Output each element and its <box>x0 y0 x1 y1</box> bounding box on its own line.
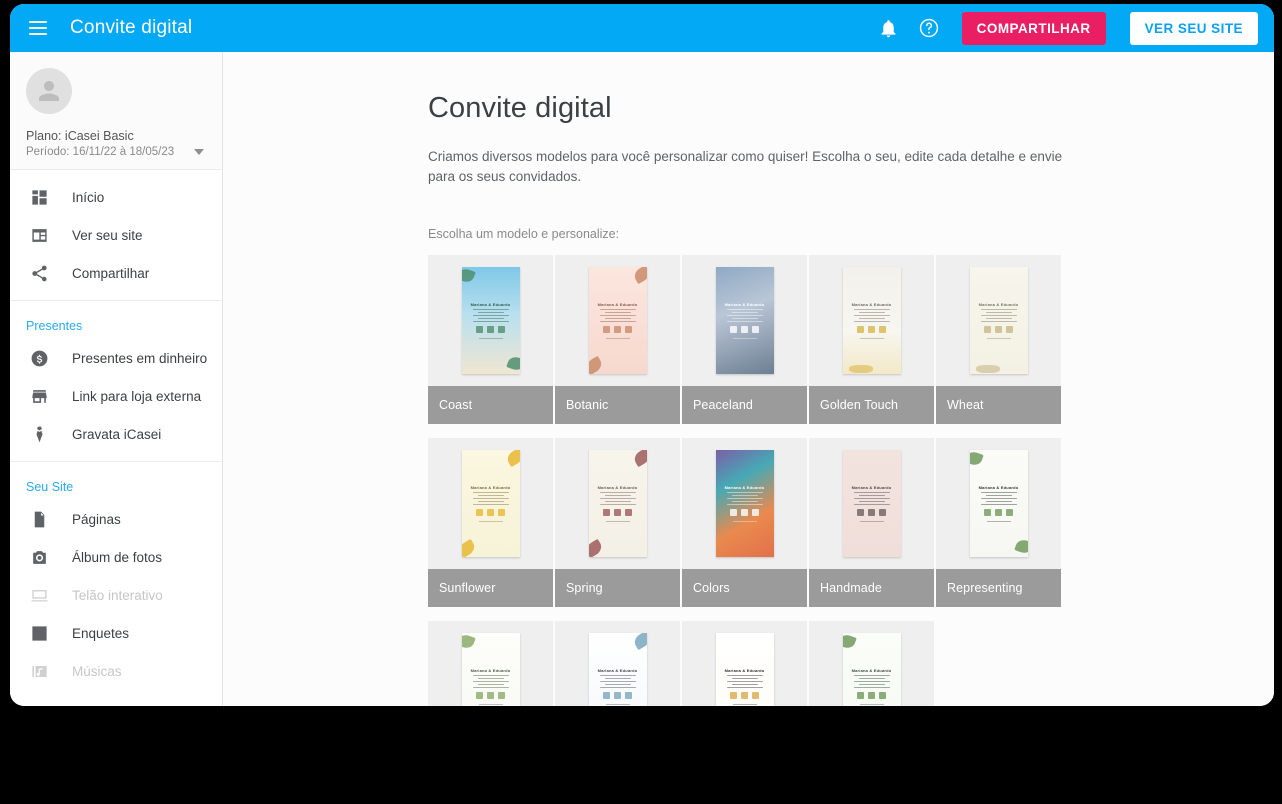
choose-template-label: Escolha um modelo e personalize: <box>428 227 620 241</box>
app-window: Convite digital COMPARTILHAR VER SEU SIT… <box>10 4 1274 706</box>
help-circle-icon[interactable] <box>916 15 942 41</box>
plan-period: Período: 16/11/22 à 18/05/23 <box>26 146 175 158</box>
template-card[interactable]: Mariana & Eduardo Wheat <box>936 255 1061 424</box>
topbar-actions: COMPARTILHAR VER SEU SITE <box>876 11 1258 45</box>
template-card[interactable]: Mariana & Eduardo <box>555 621 680 706</box>
template-thumbnail: Mariana & Eduardo <box>428 621 553 706</box>
avatar <box>26 68 72 114</box>
template-thumbnail: Mariana & Eduardo <box>936 255 1061 386</box>
document-icon <box>28 508 50 530</box>
window-icon <box>28 224 50 246</box>
template-card[interactable]: Mariana & Eduardo Colors <box>682 438 807 607</box>
template-card[interactable]: Mariana & Eduardo Peaceland <box>682 255 807 424</box>
template-thumbnail: Mariana & Eduardo <box>428 438 553 569</box>
template-thumbnail: Mariana & Eduardo <box>809 255 934 386</box>
share-icon <box>28 262 50 284</box>
template-thumbnail: Mariana & Eduardo <box>555 255 680 386</box>
bar-chart-icon <box>28 622 50 644</box>
sidebar-item-paginas[interactable]: Páginas <box>10 500 222 538</box>
sidebar-item-label: Gravata iCasei <box>72 426 162 442</box>
sidebar-item-label: Link para loja externa <box>72 388 202 404</box>
template-grid: Mariana & Eduardo Coast Mariana & Eduardo B… <box>428 255 1064 706</box>
screen-icon <box>28 584 50 606</box>
template-thumbnail: Mariana & Eduardo <box>682 255 807 386</box>
template-name-label: Spring <box>555 569 680 607</box>
sidebar-item-link-loja-externa[interactable]: Link para loja externa <box>10 377 222 415</box>
template-name-label: Botanic <box>555 386 680 424</box>
template-thumbnail: Mariana & Eduardo <box>682 438 807 569</box>
sidebar-item-presentes-em-dinheiro[interactable]: Presentes em dinheiro <box>10 339 222 377</box>
sidebar-item-telao-interativo[interactable]: Telão interativo <box>10 576 222 614</box>
chevron-down-icon[interactable] <box>194 149 204 155</box>
sidebar-item-enquetes[interactable]: Enquetes <box>10 614 222 652</box>
main-content: Convite digital Criamos diversos modelos… <box>223 52 1274 706</box>
template-thumbnail: Mariana & Eduardo <box>936 438 1061 569</box>
template-thumbnail: Mariana & Eduardo <box>555 621 680 706</box>
music-note-icon <box>28 660 50 682</box>
template-name-label: Handmade <box>809 569 934 607</box>
sidebar-item-label: Álbum de fotos <box>72 549 163 565</box>
template-card[interactable]: Mariana & Eduardo Handmade <box>809 438 934 607</box>
sidebar-item-compartilhar[interactable]: Compartilhar <box>10 254 222 292</box>
sidebar-item-label: Páginas <box>72 511 121 527</box>
template-card[interactable]: Mariana & Eduardo Golden Touch <box>809 255 934 424</box>
template-thumbnail: Mariana & Eduardo <box>809 438 934 569</box>
sidebar-item-label: Presentes em dinheiro <box>72 350 208 366</box>
template-card[interactable]: Mariana & Eduardo Spring <box>555 438 680 607</box>
sidebar-item-label: Telão interativo <box>72 587 163 603</box>
template-thumbnail: Mariana & Eduardo <box>428 255 553 386</box>
nav-group-main: Início Ver seu site Compartilhar <box>10 170 222 300</box>
plan-name: Plano: iCasei Basic <box>26 129 134 143</box>
sidebar-item-label: Ver seu site <box>72 227 143 243</box>
page-title: Convite digital <box>428 92 612 124</box>
template-name-label: Coast <box>428 386 553 424</box>
template-name-label: Representing <box>936 569 1061 607</box>
profile-section: Plano: iCasei Basic Período: 16/11/22 à … <box>10 52 222 170</box>
sidebar-item-gravata-icasei[interactable]: Gravata iCasei <box>10 415 222 453</box>
share-button[interactable]: COMPARTILHAR <box>961 11 1106 45</box>
sidebar-item-label: Enquetes <box>72 625 130 641</box>
sidebar-item-label: Compartilhar <box>72 265 150 281</box>
sidebar-item-label: Músicas <box>72 663 122 679</box>
nav-group-seu-site: Seu Site Páginas Álbum de fotos Telão in… <box>10 462 222 698</box>
template-name-label: Wheat <box>936 386 1061 424</box>
template-name-label: Peaceland <box>682 386 807 424</box>
necktie-icon <box>28 423 50 445</box>
sidebar-item-inicio[interactable]: Início <box>10 178 222 216</box>
template-card[interactable]: Mariana & Eduardo Sunflower <box>428 438 553 607</box>
sidebar-item-album-de-fotos[interactable]: Álbum de fotos <box>10 538 222 576</box>
money-dollar-icon <box>28 347 50 369</box>
bell-icon[interactable] <box>876 15 902 41</box>
hamburger-menu-icon[interactable] <box>24 14 52 42</box>
top-app-bar: Convite digital COMPARTILHAR VER SEU SIT… <box>10 4 1274 52</box>
app-title: Convite digital <box>70 17 193 38</box>
template-card[interactable]: Mariana & Eduardo <box>682 621 807 706</box>
template-name-label: Golden Touch <box>809 386 934 424</box>
template-thumbnail: Mariana & Eduardo <box>555 438 680 569</box>
sidebar-item-label: Início <box>72 189 105 205</box>
template-card[interactable]: Mariana & Eduardo <box>809 621 934 706</box>
nav-group-title: Seu Site <box>26 480 74 494</box>
template-card[interactable]: Mariana & Eduardo Botanic <box>555 255 680 424</box>
dashboard-icon <box>28 186 50 208</box>
page-description: Criamos diversos modelos para você perso… <box>428 149 1063 184</box>
nav-group-title: Presentes <box>26 319 83 333</box>
template-card[interactable]: Mariana & Eduardo <box>428 621 553 706</box>
template-thumbnail: Mariana & Eduardo <box>682 621 807 706</box>
sidebar-item-ver-seu-site[interactable]: Ver seu site <box>10 216 222 254</box>
plan-selector[interactable]: Plano: iCasei Basic Período: 16/11/22 à … <box>26 128 206 160</box>
template-card[interactable]: Mariana & Eduardo Representing <box>936 438 1061 607</box>
nav-group-presentes: Presentes Presentes em dinheiro Link par… <box>10 301 222 461</box>
template-thumbnail: Mariana & Eduardo <box>809 621 934 706</box>
camera-icon <box>28 546 50 568</box>
view-site-button[interactable]: VER SEU SITE <box>1129 11 1258 45</box>
sidebar-item-musicas[interactable]: Músicas <box>10 652 222 690</box>
sidebar: Plano: iCasei Basic Período: 16/11/22 à … <box>10 52 223 706</box>
template-name-label: Sunflower <box>428 569 553 607</box>
template-card[interactable]: Mariana & Eduardo Coast <box>428 255 553 424</box>
template-name-label: Colors <box>682 569 807 607</box>
store-icon <box>28 385 50 407</box>
